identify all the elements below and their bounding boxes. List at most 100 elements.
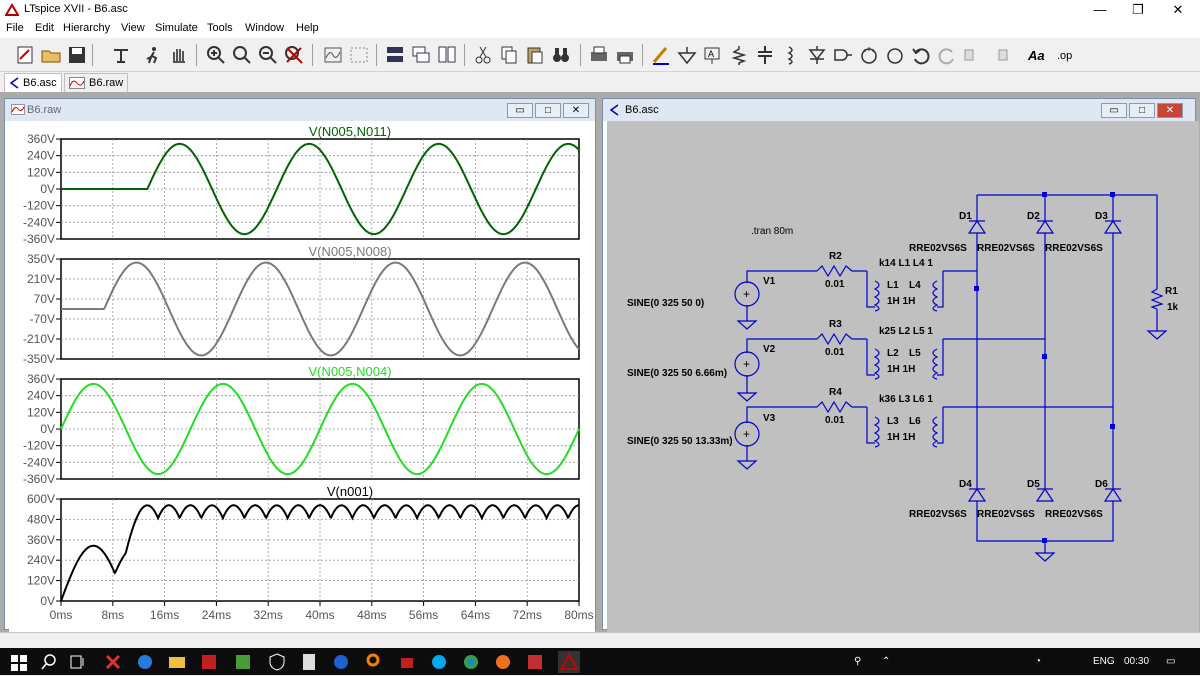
chat-app-icon[interactable]: [330, 651, 352, 673]
schematic-drawing[interactable]: + + + .tran 80m V1 V2 V3 SINE(0 325 50 0…: [607, 121, 1199, 633]
media-app-icon[interactable]: [396, 651, 418, 673]
autorange-icon[interactable]: [322, 44, 344, 66]
paste-icon[interactable]: [524, 44, 546, 66]
diode-model-d1[interactable]: RRE02VS6S: [909, 243, 967, 254]
save-icon[interactable]: [66, 44, 88, 66]
inductor-values-3[interactable]: 1H 1H: [887, 432, 915, 443]
trace-title[interactable]: V(N005,N011): [309, 124, 391, 139]
chrome-icon[interactable]: [460, 651, 482, 673]
resistor-value-r2[interactable]: 0.01: [825, 279, 845, 290]
clock[interactable]: 00:30: [1124, 656, 1149, 667]
redo-icon[interactable]: [936, 44, 958, 66]
menu-view[interactable]: View: [121, 22, 145, 34]
minimize-button[interactable]: ▭: [1101, 103, 1127, 118]
maximize-button[interactable]: □: [535, 103, 561, 118]
editor-app-icon[interactable]: [524, 651, 546, 673]
diode-model-d3[interactable]: RRE02VS6S: [1045, 243, 1103, 254]
draw-wire-icon[interactable]: [650, 44, 672, 66]
schematic-canvas[interactable]: + + + .tran 80m V1 V2 V3 SINE(0 325 50 0…: [607, 121, 1199, 633]
drag-hand-icon[interactable]: [884, 44, 906, 66]
component-icon[interactable]: [832, 44, 854, 66]
tile-horizontal-icon[interactable]: [384, 44, 406, 66]
shield-icon[interactable]: [266, 651, 288, 673]
tran-directive[interactable]: .tran 80m: [751, 226, 793, 237]
tray-chevron-icon[interactable]: ⌃: [882, 656, 890, 667]
load-value-r1[interactable]: 1k: [1167, 302, 1179, 313]
x-app-icon[interactable]: [102, 651, 124, 673]
resistor-value-r4[interactable]: 0.01: [825, 415, 845, 426]
resistor-icon[interactable]: [728, 44, 750, 66]
menu-tools[interactable]: Tools: [207, 22, 233, 34]
maximize-button[interactable]: □: [1129, 103, 1155, 118]
schematic-window-titlebar[interactable]: B6.asc ▭ □ ✕: [603, 99, 1195, 121]
restore-button[interactable]: ❐: [1120, 0, 1156, 20]
undo-icon[interactable]: [910, 44, 932, 66]
source-value-v2[interactable]: SINE(0 325 50 6.66m): [627, 368, 727, 379]
skype-icon[interactable]: [428, 651, 450, 673]
find-icon[interactable]: [550, 44, 572, 66]
wifi-icon[interactable]: ◔: [1035, 656, 1041, 667]
copy-icon[interactable]: [498, 44, 520, 66]
diode-model-d5[interactable]: RRE02VS6S: [977, 509, 1035, 520]
people-icon[interactable]: ⚲: [854, 656, 861, 667]
close-button[interactable]: ✕: [1160, 0, 1196, 20]
file-explorer-icon[interactable]: [166, 651, 188, 673]
task-view-icon[interactable]: [66, 651, 88, 673]
trace-title[interactable]: V(N005,N008): [308, 244, 391, 259]
input-language[interactable]: ENG: [1093, 656, 1115, 667]
notes-app-icon[interactable]: [232, 651, 254, 673]
capacitor-icon[interactable]: [754, 44, 776, 66]
inductor-values-1[interactable]: 1H 1H: [887, 296, 915, 307]
search-app-icon[interactable]: [362, 651, 384, 673]
waveform-plot-area[interactable]: 360V 240V 120V 0V -120V -240V -360V V(N005,N011…: [9, 121, 595, 633]
grid-icon[interactable]: [348, 44, 370, 66]
coupling-k14[interactable]: k14 L1 L4 1: [879, 258, 933, 269]
calculator-icon[interactable]: [298, 651, 320, 673]
spice-directive-icon[interactable]: .op: [1056, 44, 1078, 66]
close-button[interactable]: ✕: [1157, 103, 1183, 118]
menu-hierarchy[interactable]: Hierarchy: [63, 22, 110, 34]
inductor-values-2[interactable]: 1H 1H: [887, 364, 915, 375]
close-button[interactable]: ✕: [563, 103, 589, 118]
cascade-icon[interactable]: [410, 44, 432, 66]
resistor-value-r3[interactable]: 0.01: [825, 347, 845, 358]
new-schematic-icon[interactable]: [14, 44, 36, 66]
zoom-out-icon[interactable]: [257, 44, 279, 66]
coupling-k25[interactable]: k25 L2 L5 1: [879, 326, 933, 337]
move-hand-icon[interactable]: [858, 44, 880, 66]
tab-b6-asc[interactable]: B6.asc: [4, 73, 62, 92]
menu-edit[interactable]: Edit: [35, 22, 54, 34]
tile-vertical-icon[interactable]: [436, 44, 458, 66]
source-value-v1[interactable]: SINE(0 325 50 0): [627, 298, 704, 309]
menu-file[interactable]: File: [6, 22, 24, 34]
notifications-icon[interactable]: ▭: [1166, 656, 1175, 667]
diode-model-d6[interactable]: RRE02VS6S: [1045, 509, 1103, 520]
diode-model-d2[interactable]: RRE02VS6S: [977, 243, 1035, 254]
menu-help[interactable]: Help: [296, 22, 319, 34]
diode-model-d4[interactable]: RRE02VS6S: [909, 509, 967, 520]
trace-title[interactable]: V(n001): [327, 484, 373, 499]
inductor-icon[interactable]: [780, 44, 802, 66]
ltspice-taskbar-icon[interactable]: [558, 651, 580, 673]
menu-simulate[interactable]: Simulate: [155, 22, 198, 34]
minimize-button[interactable]: —: [1082, 0, 1118, 20]
label-net-icon[interactable]: A: [702, 44, 724, 66]
minimize-button[interactable]: ▭: [507, 103, 533, 118]
menu-window[interactable]: Window: [245, 22, 284, 34]
browser-icon[interactable]: [134, 651, 156, 673]
source-value-v3[interactable]: SINE(0 325 50 13.33m): [627, 436, 733, 447]
ground-icon[interactable]: [676, 44, 698, 66]
waveform-charts[interactable]: 360V 240V 120V 0V -120V -240V -360V V(N005,N011…: [9, 121, 595, 633]
zoom-in-icon[interactable]: [205, 44, 227, 66]
run-icon[interactable]: [142, 44, 164, 66]
pdf-app-icon[interactable]: [198, 651, 220, 673]
diode-icon[interactable]: [806, 44, 828, 66]
firefox-icon[interactable]: [492, 651, 514, 673]
waveform-window-titlebar[interactable]: B6.raw ▭ □ ✕: [5, 99, 595, 121]
print-icon[interactable]: [588, 44, 610, 66]
print-setup-icon[interactable]: [614, 44, 636, 66]
tab-b6-raw[interactable]: B6.raw: [64, 73, 129, 92]
halt-hand-icon[interactable]: [168, 44, 190, 66]
cut-icon[interactable]: [472, 44, 494, 66]
mirror-icon[interactable]: [988, 44, 1010, 66]
